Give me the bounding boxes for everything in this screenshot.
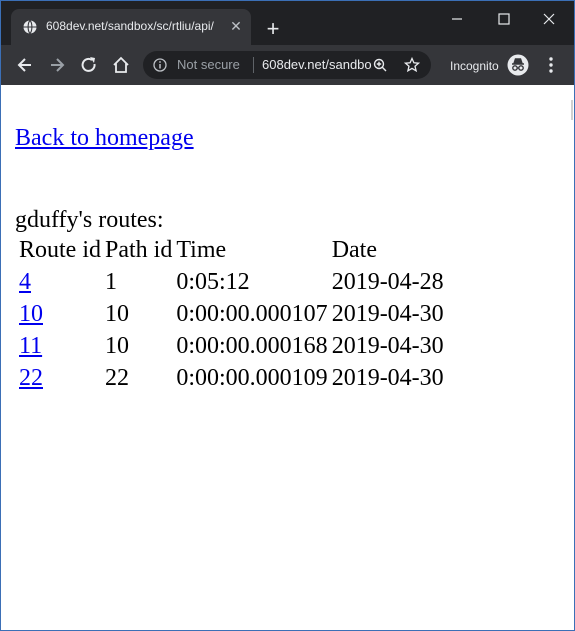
routes-table: Route id Path id Time Date 4 1 0:05:12 2…: [16, 233, 447, 395]
path-id-cell: 1: [105, 268, 117, 295]
routes-heading: gduffy's routes:: [15, 207, 164, 233]
date-cell: 2019-04-30: [331, 300, 444, 327]
page-content: Back to homepage gduffy's routes: Route …: [1, 85, 574, 630]
browser-tab[interactable]: 608dev.net/sandbox/sc/rtliu/api/ ✕: [11, 9, 251, 45]
reload-icon[interactable]: [79, 55, 99, 75]
incognito-label: Incognito: [450, 59, 499, 73]
column-header-time: Time: [176, 236, 227, 263]
back-arrow-icon[interactable]: [15, 55, 35, 75]
address-separator: [253, 57, 254, 73]
star-icon[interactable]: [404, 57, 420, 73]
route-id-link[interactable]: 4: [19, 269, 31, 295]
route-id-link[interactable]: 22: [19, 365, 43, 391]
path-id-cell: 10: [105, 332, 129, 359]
column-header-date: Date: [331, 236, 377, 263]
time-cell: 0:00:00.000109: [176, 364, 328, 391]
path-id-cell: 10: [105, 300, 129, 327]
tab-title: 608dev.net/sandbox/sc/rtliu/api/: [46, 19, 214, 33]
browser-window: 608dev.net/sandbox/sc/rtliu/api/ ✕ + Not…: [0, 0, 575, 631]
table-header-row: Route id Path id Time Date: [18, 235, 445, 265]
tab-strip: 608dev.net/sandbox/sc/rtliu/api/ ✕ +: [1, 1, 574, 45]
plus-icon[interactable]: +: [263, 18, 283, 40]
background-window-edge: [571, 100, 573, 120]
maximize-icon[interactable]: [494, 9, 514, 29]
globe-icon: [23, 20, 37, 34]
window-close-icon[interactable]: [539, 9, 559, 29]
time-cell: 0:00:00.000107: [176, 300, 328, 327]
time-cell: 0:00:00.000168: [176, 332, 328, 359]
table-row: 11 10 0:00:00.000168 2019-04-30: [18, 331, 445, 361]
address-bar[interactable]: Not secure 608dev.net/sandbox/sc/rtliu/a…: [143, 51, 431, 79]
info-icon[interactable]: [153, 58, 167, 72]
url-text[interactable]: 608dev.net/sandbox/sc/rtliu/api/: [262, 57, 372, 72]
back-to-homepage-link[interactable]: Back to homepage: [15, 125, 194, 152]
date-cell: 2019-04-30: [331, 332, 444, 359]
route-id-link[interactable]: 11: [19, 333, 42, 359]
close-icon[interactable]: ✕: [228, 18, 244, 34]
zoom-icon[interactable]: [373, 58, 387, 72]
column-header-route-id: Route id: [19, 236, 101, 263]
path-id-cell: 22: [105, 364, 129, 391]
date-cell: 2019-04-30: [331, 364, 444, 391]
table-row: 4 1 0:05:12 2019-04-28: [18, 267, 445, 297]
table-row: 22 22 0:00:00.000109 2019-04-30: [18, 363, 445, 393]
incognito-icon[interactable]: [507, 54, 529, 76]
browser-toolbar: Not secure 608dev.net/sandbox/sc/rtliu/a…: [1, 45, 574, 85]
home-icon[interactable]: [111, 55, 131, 75]
kebab-menu-icon[interactable]: [544, 56, 558, 74]
table-row: 10 10 0:00:00.000107 2019-04-30: [18, 299, 445, 329]
forward-arrow-icon[interactable]: [47, 55, 67, 75]
date-cell: 2019-04-28: [331, 268, 444, 295]
column-header-path-id: Path id: [105, 236, 173, 263]
time-cell: 0:05:12: [176, 268, 250, 295]
route-id-link[interactable]: 10: [19, 301, 43, 327]
security-label[interactable]: Not secure: [177, 57, 240, 72]
minimize-icon[interactable]: [447, 9, 467, 29]
